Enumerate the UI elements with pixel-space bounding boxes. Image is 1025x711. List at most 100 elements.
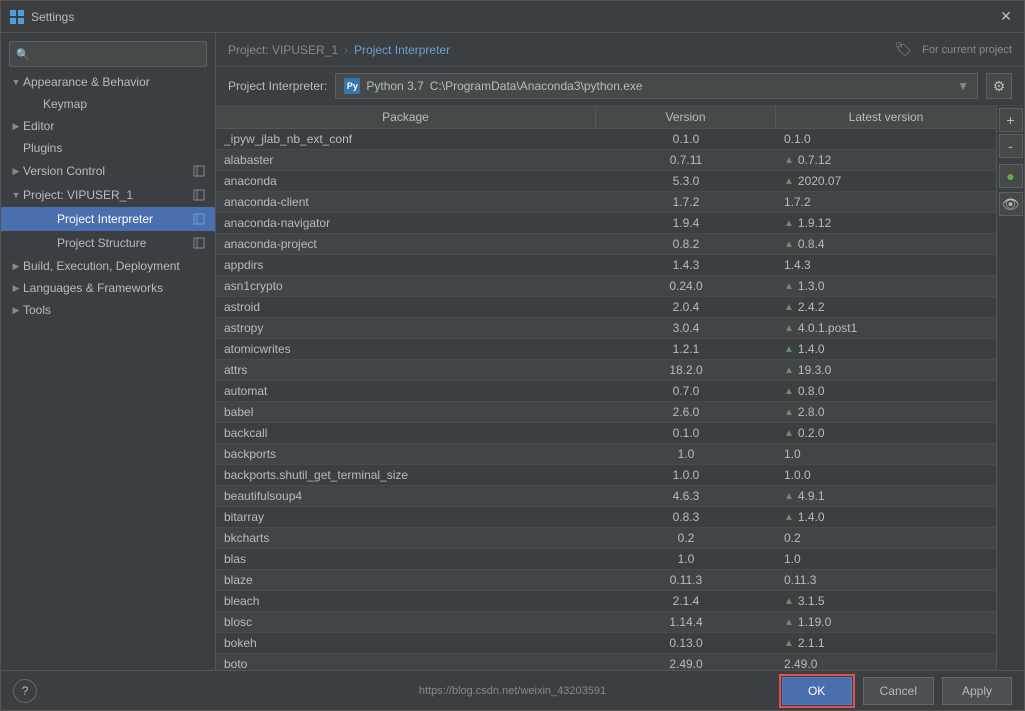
table-row: atomicwrites1.2.1▲1.4.0 [216, 339, 996, 360]
update-arrow-icon: ▲ [784, 218, 794, 229]
table-row: blaze0.11.30.11.3 [216, 570, 996, 591]
side-buttons: + - ● 👁 [996, 106, 1024, 670]
package-version: 2.6.0 [596, 402, 776, 422]
package-name: bkcharts [216, 528, 596, 548]
sidebar-item-languages[interactable]: ▶ Languages & Frameworks [1, 277, 215, 299]
remove-package-button[interactable]: - [999, 134, 1023, 158]
latest-version-text: 2.49.0 [784, 657, 817, 670]
sidebar: 🔍 ▼ Appearance & Behavior Keymap ▶ Edito… [1, 33, 216, 670]
package-version: 0.7.0 [596, 381, 776, 401]
latest-version-text: 1.0 [784, 447, 801, 461]
package-latest: ▲1.9.12 [776, 213, 996, 233]
latest-version-text: 1.3.0 [798, 279, 825, 293]
package-name: attrs [216, 360, 596, 380]
update-arrow-icon: ▲ [784, 407, 794, 418]
table-row: beautifulsoup44.6.3▲4.9.1 [216, 486, 996, 507]
package-latest: ▲ 0.2.0 [776, 423, 996, 443]
view-button[interactable]: 👁 [999, 192, 1023, 216]
gear-button[interactable]: ⚙ [986, 73, 1012, 99]
interpreter-select[interactable]: Py Python 3.7 C:\ProgramData\Anaconda3\p… [335, 73, 978, 99]
package-name: astropy [216, 318, 596, 338]
package-name: anaconda [216, 171, 596, 191]
table-row: automat0.7.0▲0.8.0 [216, 381, 996, 402]
package-name: anaconda-navigator [216, 213, 596, 233]
package-version: 1.4.3 [596, 255, 776, 275]
package-version: 0.8.2 [596, 234, 776, 254]
sidebar-item-project-structure[interactable]: Project Structure [1, 231, 215, 255]
package-version: 1.0 [596, 549, 776, 569]
table-row: backports1.01.0 [216, 444, 996, 465]
sidebar-item-plugins[interactable]: Plugins [1, 137, 215, 159]
package-name: astroid [216, 297, 596, 317]
ok-button-wrapper: OK [779, 674, 855, 708]
latest-version-text: 2020.07 [798, 174, 841, 188]
latest-version-text: 2.1.1 [798, 636, 825, 650]
update-arrow-icon: ▲ [784, 239, 794, 250]
latest-version-text: 19.3.0 [798, 363, 831, 377]
apply-button[interactable]: Apply [942, 677, 1012, 705]
search-box[interactable]: 🔍 [9, 41, 207, 67]
update-arrow-icon: ▲ [784, 596, 794, 607]
arrow-icon: ▶ [9, 166, 23, 177]
table-area: Package Version Latest version _ipyw_jla… [216, 106, 1024, 670]
sidebar-item-version-control[interactable]: ▶ Version Control [1, 159, 215, 183]
package-version: 2.1.4 [596, 591, 776, 611]
header-package: Package [216, 106, 596, 128]
header-version: Version [596, 106, 776, 128]
latest-version-text: 3.1.5 [798, 594, 825, 608]
table-row: bokeh0.13.0▲2.1.1 [216, 633, 996, 654]
title-bar: Settings ✕ [1, 1, 1024, 33]
package-version: 18.2.0 [596, 360, 776, 380]
update-arrow-icon: ▲ [784, 302, 794, 313]
table-row: anaconda-client1.7.21.7.2 [216, 192, 996, 213]
gear-icon: ⚙ [993, 78, 1006, 95]
latest-version-text: 1.0.0 [784, 468, 811, 482]
latest-version-text: 1.7.2 [784, 195, 811, 209]
sidebar-item-editor[interactable]: ▶ Editor [1, 115, 215, 137]
package-version: 3.0.4 [596, 318, 776, 338]
sidebar-item-build[interactable]: ▶ Build, Execution, Deployment [1, 255, 215, 277]
latest-version-text: 0.7.12 [798, 153, 831, 167]
sidebar-item-project-interpreter[interactable]: Project Interpreter [1, 207, 215, 231]
python-icon: Py [344, 78, 360, 94]
package-name: bitarray [216, 507, 596, 527]
table-row: appdirs1.4.31.4.3 [216, 255, 996, 276]
package-version: 1.9.4 [596, 213, 776, 233]
breadcrumb: Project: VIPUSER_1 › Project Interpreter… [216, 33, 1024, 67]
update-arrow-icon: ▲ [784, 428, 794, 439]
main-content: 🔍 ▼ Appearance & Behavior Keymap ▶ Edito… [1, 33, 1024, 670]
package-name: blaze [216, 570, 596, 590]
help-button[interactable]: ? [13, 679, 37, 703]
table-row: anaconda-project0.8.2▲0.8.4 [216, 234, 996, 255]
sidebar-item-appearance[interactable]: ▼ Appearance & Behavior [1, 71, 215, 93]
interpreter-path: C:\ProgramData\Anaconda3\python.exe [430, 79, 643, 93]
cancel-button[interactable]: Cancel [863, 677, 934, 705]
package-version: 0.1.0 [596, 129, 776, 149]
latest-version-text: 0.2.0 [798, 426, 825, 440]
package-latest: ▲0.8.0 [776, 381, 996, 401]
footer-url: https://blog.csdn.net/weixin_43203591 [419, 685, 606, 697]
table-row: boto2.49.02.49.0 [216, 654, 996, 670]
package-version: 2.0.4 [596, 297, 776, 317]
add-package-button[interactable]: + [999, 108, 1023, 132]
search-input[interactable] [34, 47, 200, 61]
app-icon [9, 9, 25, 25]
sidebar-item-tools[interactable]: ▶ Tools [1, 299, 215, 321]
package-name: asn1crypto [216, 276, 596, 296]
breadcrumb-project: Project: VIPUSER_1 [228, 43, 338, 57]
update-arrow-icon: ▲ [784, 281, 794, 292]
ok-button[interactable]: OK [782, 677, 852, 705]
update-button[interactable]: ● [999, 164, 1023, 188]
interpreter-version: Python 3.7 [366, 79, 423, 93]
package-name: backports [216, 444, 596, 464]
update-arrow-icon: ▲ [784, 386, 794, 397]
sidebar-item-project[interactable]: ▼ Project: VIPUSER_1 [1, 183, 215, 207]
sidebar-item-label: Keymap [43, 97, 207, 111]
package-name: blosc [216, 612, 596, 632]
sidebar-item-label: Build, Execution, Deployment [23, 259, 207, 273]
package-latest: ▲2.4.2 [776, 297, 996, 317]
close-button[interactable]: ✕ [996, 7, 1016, 27]
breadcrumb-tag: For current project [922, 44, 1012, 56]
sidebar-item-keymap[interactable]: Keymap [1, 93, 215, 115]
package-latest: ▲2.1.1 [776, 633, 996, 653]
